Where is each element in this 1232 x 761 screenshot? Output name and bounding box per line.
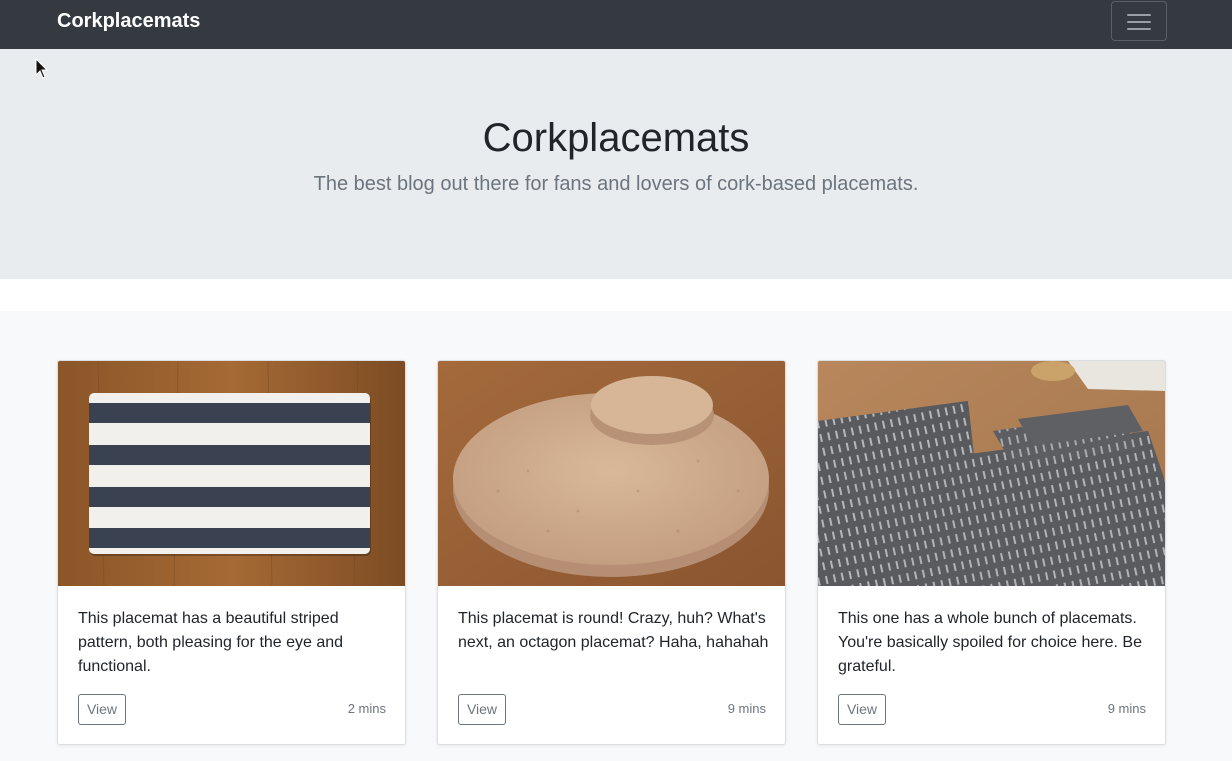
striped-placemat-image [58,361,405,586]
read-time: 9 mins [727,701,766,716]
card-description: This one has a whole bunch of placemats.… [838,610,1142,675]
view-button[interactable]: View [458,694,506,725]
grey-patterned-placemats-image [818,361,1165,586]
round-cork-placemat-image [438,361,785,586]
hero-subtitle: The best blog out there for fans and lov… [313,173,919,195]
view-button[interactable]: View [78,694,126,725]
post-card: This placemat is round! Crazy, huh? What… [437,360,786,745]
navbar-brand[interactable]: Corkplacemats [57,9,200,33]
navbar-toggle-button[interactable] [1111,1,1167,41]
post-card: This placemat has a beautiful striped pa… [57,360,406,745]
top-navbar: Corkplacemats [0,0,1232,49]
card-description: This placemat has a beautiful striped pa… [78,610,344,675]
section-spacer [0,279,1232,311]
hero-section: Corkplacemats The best blog out there fo… [0,49,1232,279]
card-description: This placemat is round! Crazy, huh? What… [458,610,769,651]
read-time: 2 mins [347,701,386,716]
read-time: 9 mins [1107,701,1146,716]
mouse-cursor-icon [35,57,49,85]
hero-title: Corkplacemats [482,116,750,160]
post-card: This one has a whole bunch of placemats.… [817,360,1166,745]
view-button[interactable]: View [838,694,886,725]
